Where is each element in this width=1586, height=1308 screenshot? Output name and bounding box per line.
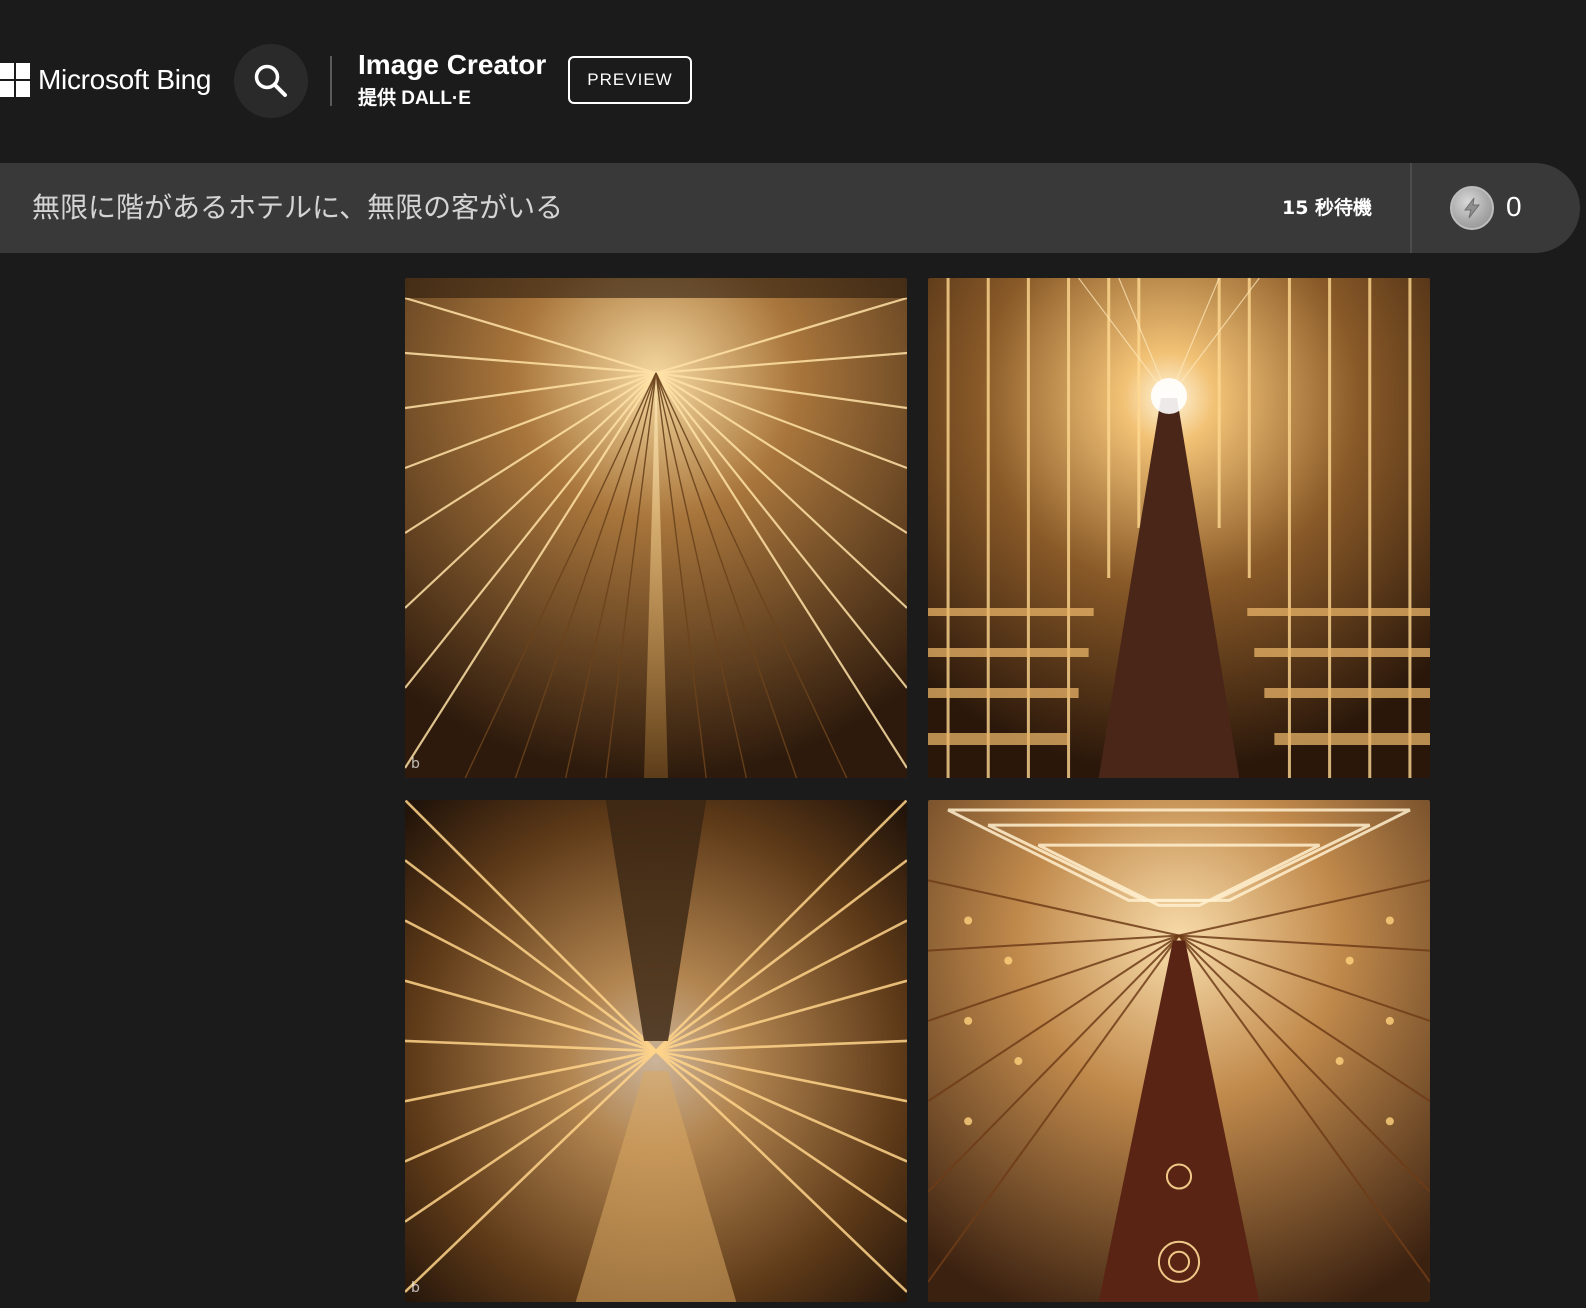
header: Microsoft Bing Image Creator 提供 DALL·E P… <box>0 0 1586 160</box>
lightning-icon <box>1464 197 1481 219</box>
hotel-atrium-image <box>405 278 907 778</box>
header-divider <box>330 56 332 106</box>
search-button[interactable] <box>234 44 308 118</box>
bing-home-link[interactable]: Microsoft Bing <box>0 62 212 98</box>
app-title: Image Creator <box>358 49 547 80</box>
generated-image-4[interactable] <box>928 800 1430 1302</box>
hotel-atrium-image <box>405 800 907 1302</box>
image-creator-page: Microsoft Bing Image Creator 提供 DALL·E P… <box>0 0 1586 1308</box>
generated-image-2[interactable] <box>928 278 1430 778</box>
lightning-coin-icon[interactable] <box>1450 186 1494 230</box>
generated-image-1[interactable]: b <box>405 278 907 778</box>
hotel-atrium-image <box>928 800 1430 1302</box>
watermark: b <box>411 1280 420 1296</box>
boost-count: 0 <box>1506 191 1522 222</box>
brand-name: Microsoft Bing <box>38 64 212 95</box>
prompt-bar-divider <box>1410 163 1412 253</box>
hotel-atrium-image <box>928 278 1430 778</box>
app-title-block: Image Creator 提供 DALL·E <box>358 48 546 112</box>
preview-badge: PREVIEW <box>568 56 692 104</box>
watermark: b <box>411 756 420 772</box>
app-subtitle: 提供 DALL·E <box>358 88 471 109</box>
wait-status: 15 秒待機 <box>1282 197 1373 219</box>
prompt-bar: 無限に階があるホテルに、無限の客がいる 15 秒待機 0 <box>0 163 1580 253</box>
generated-image-3[interactable]: b <box>405 800 907 1302</box>
search-icon <box>254 64 287 97</box>
prompt-input[interactable]: 無限に階があるホテルに、無限の客がいる <box>32 191 1232 225</box>
windows-logo-icon <box>0 63 30 97</box>
